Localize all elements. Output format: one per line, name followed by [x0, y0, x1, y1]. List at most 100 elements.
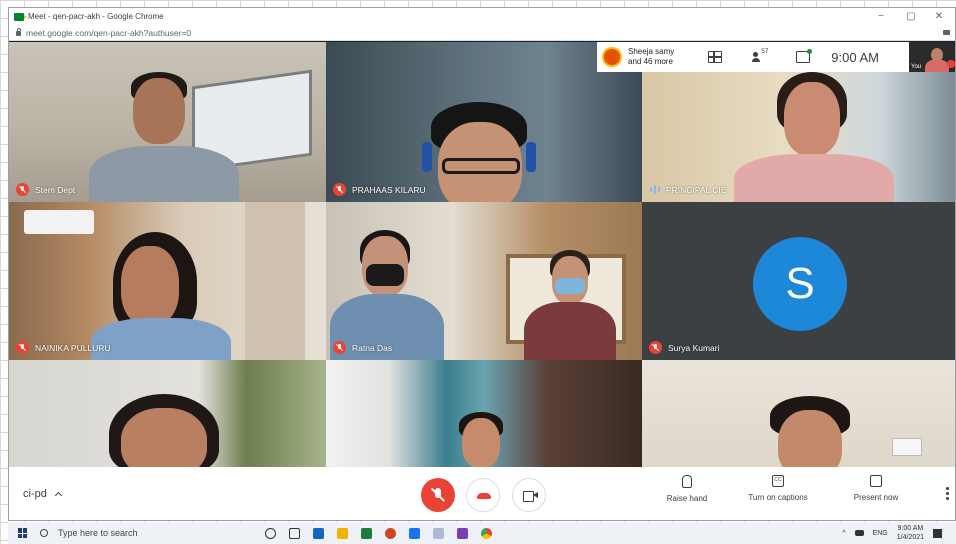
face-mask [366, 264, 404, 286]
glasses [442, 158, 520, 174]
face-mask [555, 278, 585, 294]
shirt [91, 318, 231, 360]
participant-tile[interactable]: Ratna Das [326, 202, 642, 360]
participant-name: PRAHAAS KILARU [352, 184, 426, 195]
title-bar: Meet - qen-pacr-akh - Google Chrome − ▢ … [9, 8, 955, 25]
chat-icon[interactable] [796, 49, 813, 63]
hand-icon [682, 475, 692, 488]
chrome-icon[interactable] [481, 527, 492, 539]
meeting-controls: ci-pd Raise hand CC Turn on captions Pre… [9, 467, 955, 520]
cortana-icon[interactable] [265, 527, 276, 539]
participant-tile[interactable] [326, 360, 642, 467]
face [784, 82, 840, 156]
language-indicator[interactable]: ENG [873, 530, 888, 537]
url-text[interactable]: meet.google.com/qen-pacr-akh?authuser=0 [26, 28, 191, 38]
raise-hand-label: Raise hand [666, 494, 708, 503]
participant-name-label: Stem Dept [16, 183, 75, 196]
face [121, 408, 207, 467]
present-now-button[interactable]: Present now [845, 475, 907, 502]
raise-hand-button[interactable]: Raise hand [657, 475, 717, 503]
tray-chevron-icon[interactable]: ^ [842, 530, 845, 537]
shirt [89, 146, 239, 202]
browser-window: Meet - qen-pacr-akh - Google Chrome − ▢ … [8, 7, 956, 521]
taskbar-clock[interactable]: 9:00 AM 1/4/2021 [897, 524, 924, 542]
participant-name-label: PRAHAAS KILARU [333, 183, 426, 196]
captions-button[interactable]: CC Turn on captions [739, 475, 817, 502]
taskbar-apps [265, 527, 492, 539]
participant-tile[interactable]: PRAHAAS KILARU [326, 42, 642, 202]
search-placeholder: Type here to search [58, 528, 138, 538]
participant-name: NAINIKA PULLURU [35, 342, 111, 353]
paint-icon[interactable] [433, 527, 444, 539]
dress [734, 154, 894, 202]
search-icon [40, 529, 48, 537]
meeting-code: ci-pd [23, 488, 47, 500]
camera-permission-icon[interactable] [943, 30, 950, 35]
system-tray: ^ ENG 9:00 AM 1/4/2021 [842, 522, 942, 544]
headphone [526, 142, 536, 172]
desktop-screen: Meet - qen-pacr-akh - Google Chrome − ▢ … [0, 0, 956, 544]
mic-off-icon [649, 341, 662, 354]
powerpoint-icon[interactable] [385, 527, 396, 539]
face [778, 410, 842, 467]
participant-tile[interactable] [9, 360, 326, 467]
word-icon[interactable] [409, 527, 420, 539]
camera-toggle-button[interactable] [512, 478, 546, 512]
chat-notification-dot [807, 49, 813, 54]
maximize-button[interactable]: ▢ [897, 8, 925, 25]
leave-call-button[interactable] [466, 478, 500, 512]
participant-name-label: NAINIKA PULLURU [16, 341, 111, 354]
excel-icon[interactable] [361, 527, 372, 539]
address-bar[interactable]: meet.google.com/qen-pacr-akh?authuser=0 [9, 25, 955, 41]
self-mic-off-icon [947, 60, 955, 68]
participant-name: PRINCIPAL CIE [666, 184, 727, 195]
headphone [422, 142, 432, 172]
face [133, 78, 185, 144]
captions-label: Turn on captions [748, 493, 808, 502]
mic-off-icon [16, 341, 29, 354]
participant-name: Ratna Das [352, 342, 393, 353]
chevron-up-icon [54, 491, 62, 500]
mic-off-icon [333, 341, 346, 354]
more-options-icon[interactable] [946, 487, 949, 501]
participant-tile[interactable]: S Surya Kumari [642, 202, 955, 360]
participant-tile[interactable] [642, 360, 955, 467]
participant-name-label: Surya Kumari [649, 341, 720, 354]
people-icon[interactable]: 57 [752, 48, 769, 63]
participant-name-label: Ratna Das [333, 341, 392, 354]
avatar: S [753, 237, 847, 331]
task-view-icon[interactable] [289, 527, 300, 539]
edu-app-icon[interactable] [313, 527, 324, 539]
meeting-clock: 9:00 AM [831, 49, 879, 65]
network-icon[interactable] [854, 530, 864, 536]
file-explorer-icon[interactable] [337, 527, 348, 539]
onenote-icon[interactable] [457, 527, 468, 539]
taskbar-time: 9:00 AM [897, 525, 924, 532]
face [462, 418, 500, 467]
notification-icon[interactable] [933, 528, 942, 538]
face [121, 246, 179, 326]
microphone-toggle-button[interactable] [421, 478, 455, 512]
taskbar-search[interactable]: Type here to search [40, 528, 240, 538]
present-now-label: Present now [853, 493, 899, 502]
mic-off-icon [16, 183, 29, 196]
meeting-info-bar: Sheeja samy and 46 more 57 9:00 AM You [597, 42, 955, 72]
layout-grid-icon[interactable] [708, 51, 723, 63]
self-view[interactable]: You [909, 42, 955, 72]
present-icon [870, 475, 882, 487]
minimize-button[interactable]: − [867, 8, 895, 25]
participant-name-label: PRINCIPAL CIE [649, 183, 726, 196]
wall-switch [892, 438, 922, 456]
presenter-more: and 46 more [628, 57, 673, 66]
lock-icon [16, 28, 21, 36]
windows-start-icon[interactable] [18, 528, 28, 538]
presenter-summary: Sheeja samy and 46 more [628, 47, 674, 67]
air-conditioner [24, 210, 94, 234]
window-title: Meet - qen-pacr-akh - Google Chrome [28, 12, 164, 21]
windows-taskbar: Type here to search ^ ENG 9:00 AM 1/4/20… [8, 522, 956, 544]
people-count: 57 [761, 48, 769, 55]
participant-tile[interactable]: Stem Dept [9, 42, 326, 202]
meeting-details-button[interactable]: ci-pd [23, 488, 62, 500]
close-window-button[interactable]: ✕ [925, 8, 953, 25]
participant-tile[interactable]: NAINIKA PULLURU [9, 202, 326, 360]
